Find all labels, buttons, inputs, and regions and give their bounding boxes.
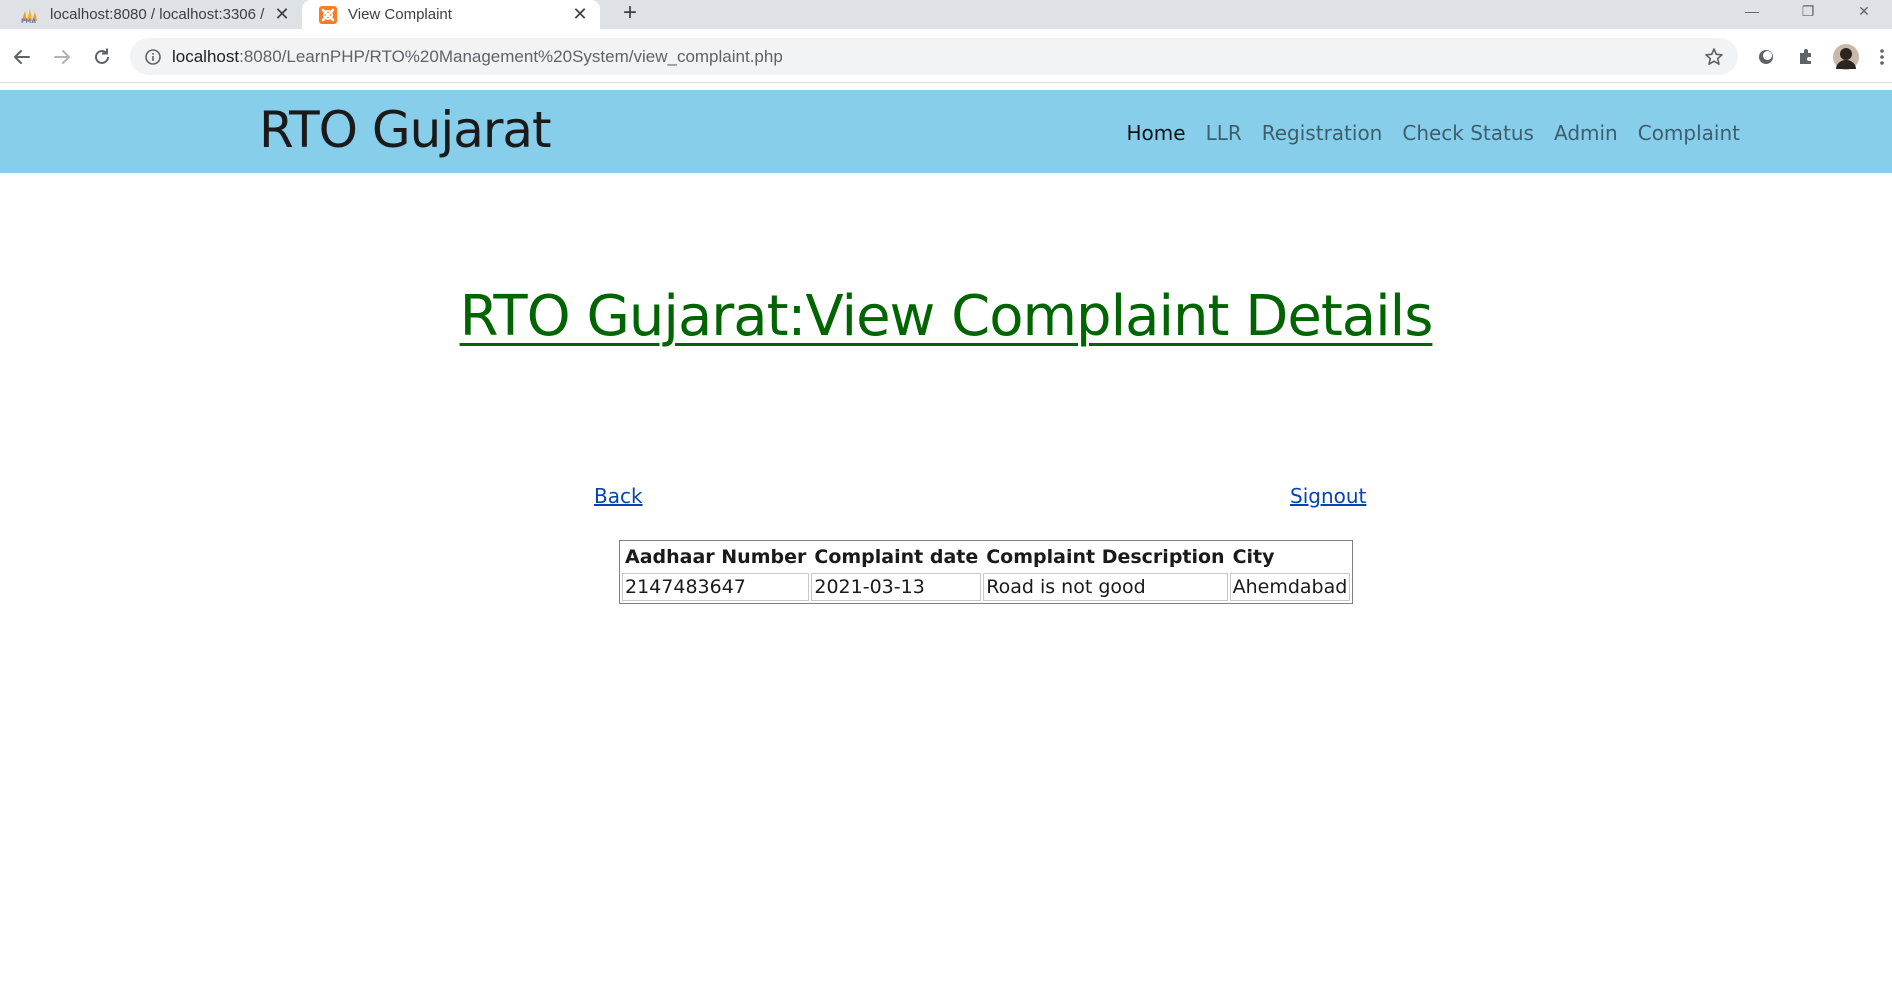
- profile-avatar-icon[interactable]: [1832, 43, 1860, 71]
- page-viewport: RTO Gujarat Home LLR Registration Check …: [0, 84, 1892, 990]
- window-close-icon[interactable]: ✕: [1836, 0, 1892, 22]
- column-header: Complaint Description: [986, 546, 1225, 568]
- url-text: localhost:8080/LearnPHP/RTO%20Management…: [172, 47, 783, 67]
- nav-links: Home LLR Registration Check Status Admin…: [1127, 121, 1741, 145]
- url-host: localhost: [172, 46, 240, 66]
- extension-circle-icon[interactable]: [1752, 43, 1780, 71]
- browser-toolbar: localhost:8080/LearnPHP/RTO%20Management…: [0, 29, 1892, 83]
- description-cell: Road is not good: [983, 573, 1228, 601]
- new-tab-plus-icon[interactable]: +: [612, 0, 648, 26]
- site-brand[interactable]: RTO Gujarat: [259, 101, 552, 159]
- forward-arrow-icon[interactable]: [46, 41, 78, 73]
- page-title-link[interactable]: RTO Gujarat:View Complaint Details: [460, 284, 1434, 349]
- bookmark-star-icon[interactable]: [1700, 43, 1728, 71]
- address-bar[interactable]: localhost:8080/LearnPHP/RTO%20Management…: [130, 38, 1738, 75]
- nav-admin[interactable]: Admin: [1554, 121, 1618, 145]
- nav-check-status[interactable]: Check Status: [1402, 121, 1534, 145]
- extensions-puzzle-icon[interactable]: [1792, 43, 1820, 71]
- table-header-row: Aadhaar Number Complaint date Complaint …: [622, 543, 1350, 571]
- nav-complaint[interactable]: Complaint: [1638, 121, 1740, 145]
- xampp-icon: [318, 5, 338, 25]
- back-arrow-icon[interactable]: [6, 41, 38, 73]
- tab-title: View Complaint: [348, 6, 452, 23]
- site-info-icon[interactable]: [134, 38, 172, 75]
- signout-link[interactable]: Signout: [1290, 484, 1366, 508]
- back-link[interactable]: Back: [594, 484, 643, 508]
- nav-registration[interactable]: Registration: [1262, 121, 1383, 145]
- page-title: RTO Gujarat:View Complaint Details: [0, 284, 1892, 349]
- column-header: City: [1232, 546, 1275, 568]
- minimize-icon[interactable]: —: [1724, 0, 1780, 22]
- phpmyadmin-icon: PMA: [20, 5, 40, 25]
- nav-home[interactable]: Home: [1127, 121, 1186, 145]
- tab-title: localhost:8080 / localhost:3306 /: [50, 6, 265, 23]
- column-header: Complaint date: [814, 546, 979, 568]
- site-navbar: RTO Gujarat Home LLR Registration Check …: [0, 90, 1892, 173]
- restore-icon[interactable]: ❐: [1780, 0, 1836, 22]
- browser-tabstrip: PMA localhost:8080 / localhost:3306 / ✕ …: [0, 0, 1892, 29]
- browser-tab-phpmyadmin[interactable]: PMA localhost:8080 / localhost:3306 / ✕: [0, 0, 302, 29]
- date-cell: 2021-03-13: [811, 573, 982, 601]
- aadhaar-cell: 2147483647: [622, 573, 810, 601]
- nav-llr[interactable]: LLR: [1206, 121, 1242, 145]
- browser-menu-icon[interactable]: [1872, 43, 1892, 71]
- browser-tab-view-complaint[interactable]: View Complaint ✕: [302, 0, 600, 29]
- reload-icon[interactable]: [86, 41, 118, 73]
- city-cell: Ahemdabad: [1229, 573, 1351, 601]
- window-controls: — ❐ ✕: [1724, 0, 1892, 22]
- close-icon[interactable]: ✕: [270, 3, 294, 27]
- url-path: :8080/LearnPHP/RTO%20Management%20System…: [239, 46, 783, 66]
- close-icon[interactable]: ✕: [568, 3, 592, 27]
- complaints-table: Aadhaar Number Complaint date Complaint …: [619, 540, 1354, 604]
- column-header: Aadhaar Number: [625, 546, 807, 568]
- svg-text:PMA: PMA: [21, 18, 36, 23]
- table-row: 2147483647 2021-03-13 Road is not good A…: [622, 573, 1351, 601]
